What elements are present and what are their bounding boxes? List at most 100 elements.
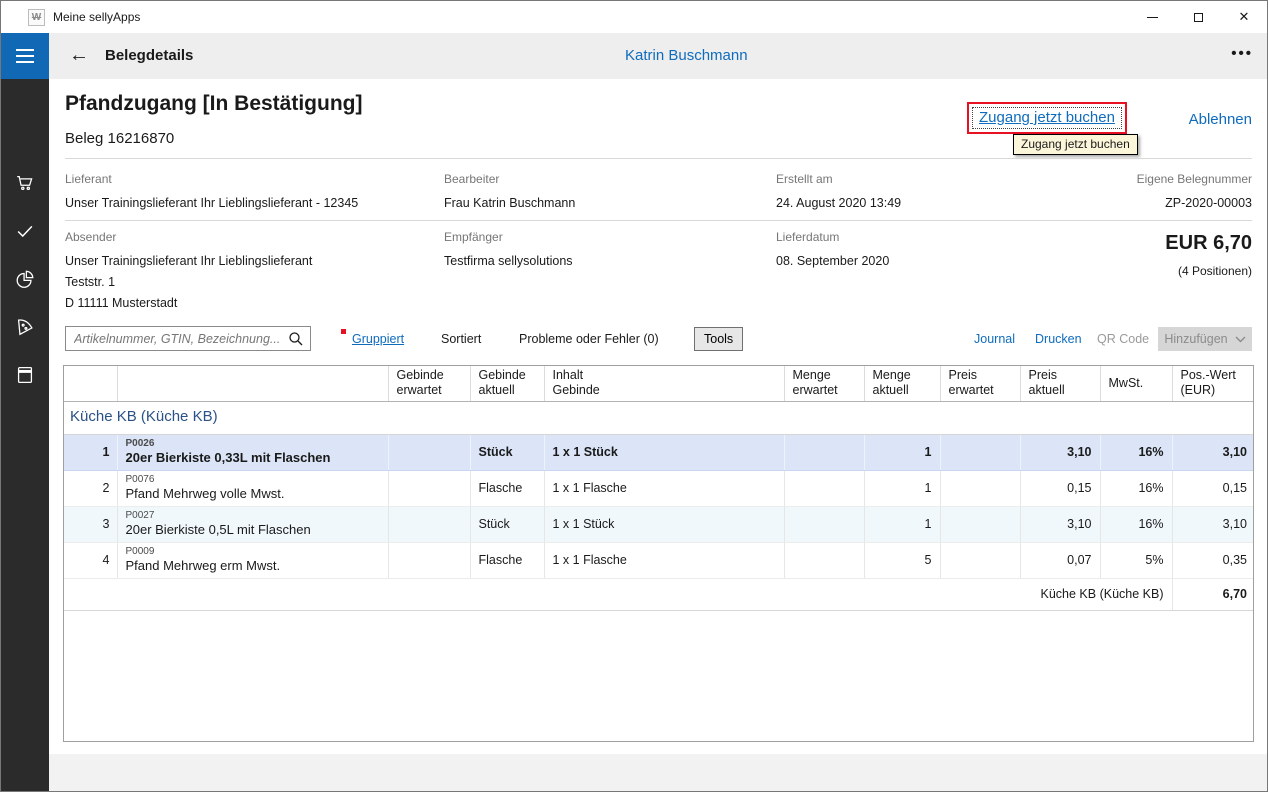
col-pos-wert: Pos.-Wert (EUR)	[1172, 366, 1254, 401]
group-footer-label: Küche KB (Küche KB)	[64, 578, 1172, 610]
window-title: Meine sellyApps	[53, 1, 140, 33]
product-code: P0076	[126, 474, 380, 486]
col-preis-erwartet: Preis erwartet	[940, 366, 1020, 401]
group-header-label: Küche KB (Küche KB)	[64, 401, 1254, 434]
group-footer-value: 6,70	[1172, 578, 1254, 610]
minimize-button[interactable]	[1129, 1, 1175, 33]
field-label: Erstellt am	[776, 172, 901, 186]
field-lieferant: Lieferant Unser Trainingslieferant Ihr L…	[65, 172, 358, 214]
divider	[65, 158, 1252, 159]
field-absender: Absender Unser Trainingslieferant Ihr Li…	[65, 230, 312, 314]
window-controls: ✕	[1129, 1, 1267, 33]
maximize-button[interactable]	[1175, 1, 1221, 33]
sidebar-item-reports[interactable]	[1, 255, 49, 303]
document-total: EUR 6,70 (4 Positionen)	[1165, 230, 1252, 278]
product-code: P0026	[126, 438, 380, 450]
field-empfaenger: Empfänger Testfirma sellysolutions	[444, 230, 573, 272]
field-value-line: D 11111 Musterstadt	[65, 293, 312, 314]
table-row[interactable]: 3 P0027 20er Bierkiste 0,5L mit Flaschen…	[64, 506, 1254, 542]
hinzufuegen-label: Hinzufügen	[1164, 332, 1227, 346]
highlight-rectangle: Zugang jetzt buchen	[967, 102, 1127, 134]
field-label: Empfänger	[444, 230, 573, 244]
pie-chart-icon	[14, 268, 36, 290]
product-name: Pfand Mehrweg volle Mwst.	[126, 486, 380, 502]
col-gebinde-erwartet: Gebinde erwartet	[388, 366, 470, 401]
field-value: Testfirma sellysolutions	[444, 251, 573, 272]
hamburger-menu-button[interactable]	[1, 33, 49, 79]
group-footer-row: Küche KB (Küche KB) 6,70	[64, 578, 1254, 610]
hamburger-icon	[16, 49, 34, 51]
reject-link[interactable]: Ablehnen	[1189, 111, 1252, 128]
field-bearbeiter: Bearbeiter Frau Katrin Buschmann	[444, 172, 575, 214]
document-title: Pfandzugang [In Bestätigung]	[65, 92, 362, 116]
close-icon: ✕	[1239, 9, 1250, 25]
shopping-cart-icon	[14, 172, 36, 194]
field-value: Frau Katrin Buschmann	[444, 193, 575, 214]
chevron-down-icon	[1235, 336, 1246, 343]
maximize-icon	[1194, 13, 1203, 22]
sidebar	[1, 79, 49, 792]
group-header-row: Küche KB (Küche KB)	[64, 401, 1254, 434]
field-label: Bearbeiter	[444, 172, 575, 186]
checkmark-icon	[14, 220, 36, 242]
book-receipt-link[interactable]: Zugang jetzt buchen	[972, 107, 1122, 129]
col-menge-erwartet: Menge erwartet	[784, 366, 864, 401]
field-erstellt-am: Erstellt am 24. August 2020 13:49	[776, 172, 901, 214]
hinzufuegen-button-disabled: Hinzufügen	[1158, 327, 1252, 351]
col-product	[117, 366, 388, 401]
app-window: W Meine sellyApps ✕ ← Belegdetails Katri…	[0, 0, 1268, 792]
product-code: P0027	[126, 510, 380, 522]
table-row[interactable]: 2 P0076 Pfand Mehrweg volle Mwst. Flasch…	[64, 470, 1254, 506]
field-label: Lieferdatum	[776, 230, 889, 244]
field-value: 24. August 2020 13:49	[776, 193, 901, 214]
search-icon[interactable]	[288, 331, 304, 347]
book-icon	[14, 364, 36, 386]
journal-link[interactable]: Journal	[974, 332, 1015, 346]
col-preis-aktuell: Preis aktuell	[1020, 366, 1100, 401]
field-belegnummer: Eigene Belegnummer ZP-2020-00003	[1137, 172, 1252, 214]
sidebar-item-cart[interactable]	[1, 159, 49, 207]
required-indicator	[341, 329, 346, 334]
pizza-icon	[14, 316, 36, 338]
field-label: Eigene Belegnummer	[1137, 172, 1252, 186]
minimize-icon	[1147, 17, 1158, 18]
page-title: Belegdetails	[105, 33, 193, 79]
qr-code-link-disabled: QR Code	[1097, 332, 1149, 346]
field-value: 08. September 2020	[776, 251, 889, 272]
tools-button[interactable]: Tools	[694, 327, 743, 351]
sortiert-toggle[interactable]: Sortiert	[441, 332, 481, 346]
sidebar-item-products[interactable]	[1, 303, 49, 351]
bottom-bar	[49, 754, 1267, 792]
col-gebinde-aktuell: Gebinde aktuell	[470, 366, 544, 401]
col-mwst: MwSt.	[1100, 366, 1172, 401]
back-button[interactable]: ←	[63, 33, 95, 79]
total-amount: EUR 6,70	[1165, 232, 1252, 255]
drucken-link[interactable]: Drucken	[1035, 332, 1082, 346]
table-row[interactable]: 1 P0026 20er Bierkiste 0,33L mit Flasche…	[64, 434, 1254, 470]
probleme-filter[interactable]: Probleme oder Fehler (0)	[519, 332, 659, 346]
search-input[interactable]	[66, 327, 284, 350]
close-button[interactable]: ✕	[1221, 1, 1267, 33]
table-row[interactable]: 4 P0009 Pfand Mehrweg erm Mwst. Flasche …	[64, 542, 1254, 578]
titlebar: W Meine sellyApps ✕	[1, 1, 1267, 33]
more-options-button[interactable]: •••	[1231, 33, 1253, 75]
positions-table: Gebinde erwartet Gebinde aktuell Inhalt …	[63, 365, 1254, 742]
gruppiert-toggle[interactable]: Gruppiert	[352, 332, 404, 346]
table-header-row: Gebinde erwartet Gebinde aktuell Inhalt …	[64, 366, 1254, 401]
position-count: (4 Positionen)	[1165, 264, 1252, 278]
field-label: Lieferant	[65, 172, 358, 186]
app-logo-icon: W	[28, 9, 45, 26]
product-code: P0009	[126, 546, 380, 558]
divider	[65, 220, 1252, 221]
sidebar-item-tasks[interactable]	[1, 207, 49, 255]
sidebar-item-catalog[interactable]	[1, 351, 49, 399]
product-name: Pfand Mehrweg erm Mwst.	[126, 558, 380, 574]
tooltip: Zugang jetzt buchen	[1013, 134, 1138, 155]
search-box	[65, 326, 311, 351]
current-user-link[interactable]: Katrin Buschmann	[625, 33, 748, 79]
col-num	[64, 366, 117, 401]
field-value-line: Teststr. 1	[65, 272, 312, 293]
field-value-line: Unser Trainingslieferant Ihr Lieblingsli…	[65, 251, 312, 272]
col-inhalt-gebinde: Inhalt Gebinde	[544, 366, 784, 401]
document-number: Beleg 16216870	[65, 130, 174, 147]
